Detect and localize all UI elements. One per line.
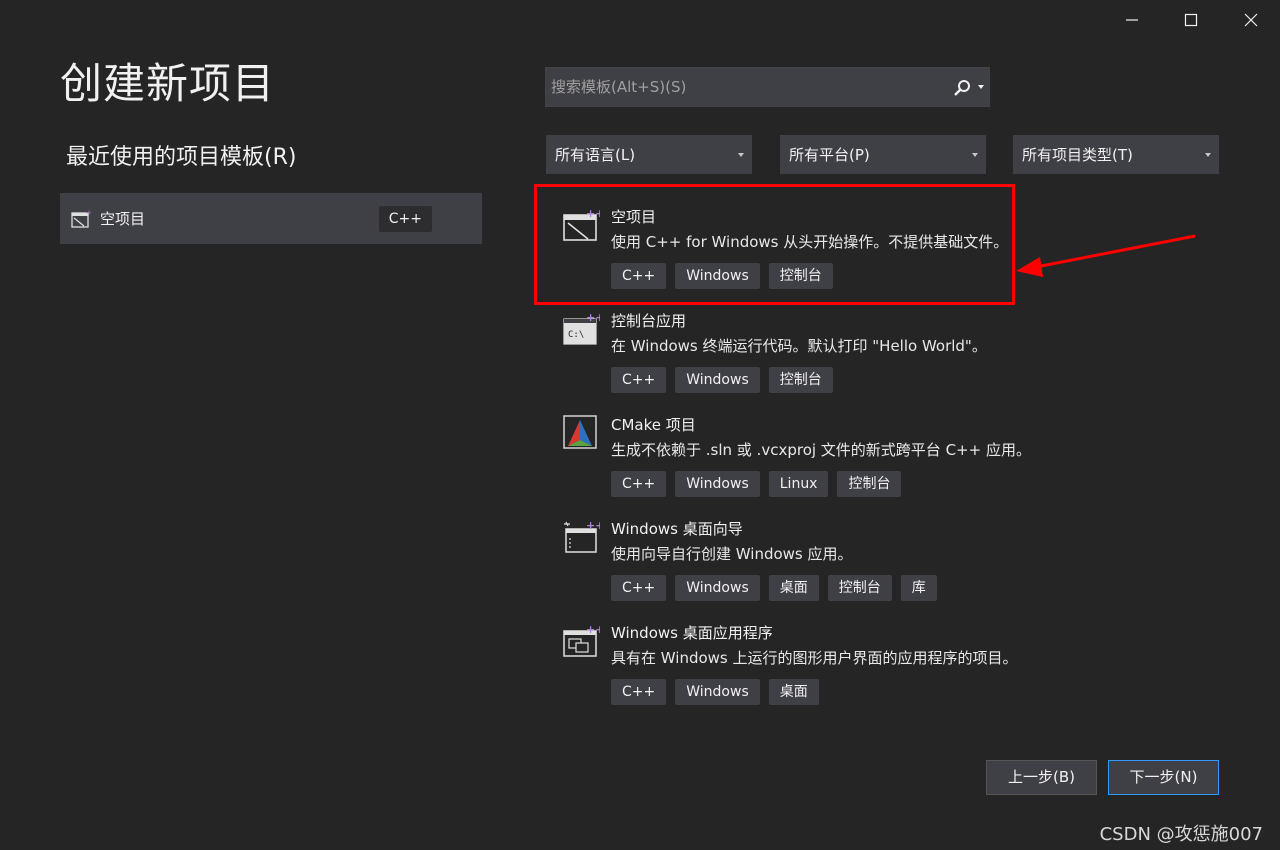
template-name: 控制台应用 [611,312,687,330]
empty-project-icon: + [71,209,92,228]
recent-template-name: 空项目 [100,210,146,228]
language-filter-value: 所有语言(L) [555,146,636,164]
close-button[interactable] [1231,4,1271,36]
chevron-down-icon [972,153,978,157]
tag-cpp: C++ [611,679,667,705]
tag-console: 控制台 [827,575,892,601]
back-button[interactable]: 上一步(B) [986,760,1097,795]
tag-console: 控制台 [837,471,902,497]
maximize-icon [1184,13,1198,27]
svg-text:++: ++ [586,311,600,324]
platform-filter-dropdown[interactable]: 所有平台(P) [780,135,986,174]
template-item-desktop-app[interactable]: ++ Windows 桌面应用程序 具有在 Windows 上运行的图形用户界面… [545,610,1025,714]
search-options-chevron-icon[interactable] [978,85,984,89]
tag-console: 控制台 [768,367,833,393]
project-type-filter-value: 所有项目类型(T) [1022,146,1133,164]
template-item-console-app[interactable]: C:\ ++ 控制台应用 在 Windows 终端运行代码。默认打印 "Hell… [545,298,1025,402]
search-box[interactable] [545,67,990,107]
recent-template-item[interactable]: + 空项目 C++ [60,193,482,244]
list-fade [545,718,1045,732]
svg-text:+: + [86,209,92,217]
tag-desktop: 桌面 [768,679,819,705]
template-description: 生成不依赖于 .sln 或 .vcxproj 文件的新式跨平台 C++ 应用。 [611,441,1031,459]
template-description: 在 Windows 终端运行代码。默认打印 "Hello World"。 [611,337,987,355]
template-name: CMake 项目 [611,416,696,434]
watermark: CSDN @攻惩施007 [1099,824,1263,845]
template-name: Windows 桌面向导 [611,520,743,538]
platform-filter-value: 所有平台(P) [789,146,870,164]
tag-library: 库 [900,575,937,601]
tag-windows: Windows [675,367,760,393]
template-description: 使用向导自行创建 Windows 应用。 [611,545,853,563]
minimize-button[interactable] [1112,4,1152,36]
tag-cpp: C++ [611,575,667,601]
svg-text:++: ++ [586,519,600,532]
highlight-box [534,184,1015,305]
recent-template-tag: C++ [378,206,432,232]
chevron-down-icon [1205,153,1211,157]
project-type-filter-dropdown[interactable]: 所有项目类型(T) [1013,135,1219,174]
page-title: 创建新项目 [60,59,276,108]
search-input[interactable] [551,76,941,98]
template-tags: C++ Windows 桌面 [611,679,819,705]
recent-templates-heading: 最近使用的项目模板(R) [66,145,297,170]
svg-text:C:\: C:\ [568,330,584,340]
tag-windows: Windows [675,575,760,601]
tag-windows: Windows [675,679,760,705]
template-tags: C++ Windows 控制台 [611,367,833,393]
svg-text:++: ++ [586,623,600,636]
template-description: 具有在 Windows 上运行的图形用户界面的应用程序的项目。 [611,649,1018,667]
template-item-desktop-wizard[interactable]: ++ Windows 桌面向导 使用向导自行创建 Windows 应用。 C++… [545,506,1025,610]
tag-linux: Linux [768,471,829,497]
cmake-icon [563,415,597,449]
language-filter-dropdown[interactable]: 所有语言(L) [546,135,752,174]
template-tags: C++ Windows Linux 控制台 [611,471,902,497]
maximize-button[interactable] [1171,4,1211,36]
minimize-icon [1126,19,1138,21]
console-app-icon: C:\ ++ [563,311,600,345]
tag-cpp: C++ [611,367,667,393]
next-button[interactable]: 下一步(N) [1108,760,1219,795]
chevron-down-icon [738,153,744,157]
template-item-cmake[interactable]: CMake 项目 生成不依赖于 .sln 或 .vcxproj 文件的新式跨平台… [545,402,1031,506]
search-icon[interactable] [953,79,971,97]
tag-cpp: C++ [611,471,667,497]
desktop-wizard-icon: ++ [564,519,600,553]
template-name: Windows 桌面应用程序 [611,624,773,642]
close-icon [1244,13,1258,27]
desktop-app-icon: ++ [563,623,600,657]
tag-windows: Windows [675,471,760,497]
tag-desktop: 桌面 [768,575,819,601]
template-tags: C++ Windows 桌面 控制台 库 [611,575,937,601]
